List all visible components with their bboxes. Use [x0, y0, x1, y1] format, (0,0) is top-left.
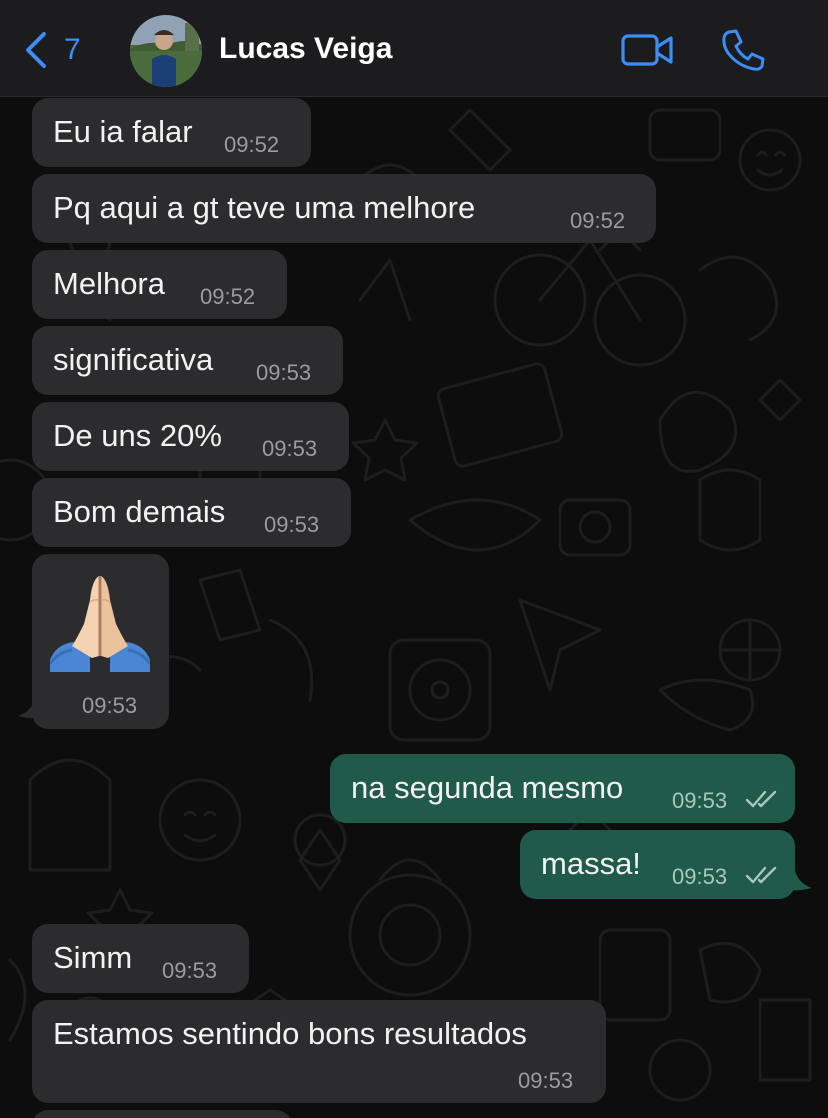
message-bubble-incoming[interactable]: Estamos sentindo bons resultados 09:53 [32, 1000, 606, 1103]
unread-count: 7 [64, 33, 81, 66]
contact-name[interactable]: Lucas Veiga [219, 32, 392, 66]
message-text: Estamos sentindo bons resultados [53, 1016, 527, 1051]
message-time: 09:53 [672, 788, 728, 813]
read-receipt-icon [745, 866, 777, 884]
read-receipt-icon [745, 790, 777, 808]
message-bubble-incoming[interactable]: De uns 20% 09:53 [32, 402, 349, 471]
contact-avatar[interactable] [130, 15, 202, 87]
avatar-photo [130, 15, 202, 87]
message-bubble-incoming[interactable]: 09:53 [32, 554, 169, 729]
message-time: 09:53 [518, 1068, 574, 1093]
message-text: Bom demais [53, 494, 226, 529]
message-time: 09:53 [162, 958, 218, 983]
message-time: 09:53 [256, 360, 312, 385]
message-bubble-outgoing[interactable]: na segunda mesmo 09:53 [330, 754, 795, 823]
back-button[interactable]: 7 [22, 30, 81, 70]
message-time: 09:52 [570, 208, 626, 233]
message-bubble-incoming[interactable]: Pq aqui a gt teve uma melhore 09:52 [32, 174, 656, 243]
message-bubble-incoming[interactable]: significativa 09:53 [32, 326, 343, 395]
message-time: 09:52 [200, 284, 256, 309]
message-bubble-incoming[interactable]: Simm 09:53 [32, 924, 249, 993]
voice-call-button[interactable] [720, 28, 766, 77]
message-bubble-incoming[interactable]: Eu ia falar 09:52 [32, 98, 311, 167]
chat-screen: 7 Lucas Veiga Eu ia falar 09:52 Pq aqui … [0, 0, 828, 1118]
message-time: 09:53 [264, 512, 320, 537]
message-text: massa! [541, 846, 641, 881]
message-text: significativa [53, 342, 214, 377]
video-call-button[interactable] [620, 30, 676, 75]
video-camera-icon [621, 34, 673, 66]
message-text: Eu ia falar [53, 114, 193, 149]
message-text: De uns 20% [53, 418, 222, 453]
message-bubble-incoming[interactable]: Melhora 09:52 [32, 250, 287, 319]
message-bubble-outgoing[interactable]: massa! 09:53 [520, 830, 795, 899]
message-text: Simm [53, 940, 133, 975]
message-text: na segunda mesmo [351, 770, 624, 805]
message-bubble-incoming-partial[interactable] [32, 1110, 292, 1118]
chevron-left-icon [26, 32, 46, 68]
phone-icon [722, 29, 765, 71]
message-time: 09:53 [262, 436, 318, 461]
praying-hands-emoji [50, 576, 150, 672]
message-text: Melhora [53, 266, 165, 301]
message-time: 09:52 [224, 132, 280, 157]
message-time: 09:53 [82, 693, 138, 718]
chat-header: 7 Lucas Veiga [0, 0, 828, 97]
message-bubble-incoming[interactable]: Bom demais 09:53 [32, 478, 351, 547]
message-time: 09:53 [672, 864, 728, 889]
message-text: Pq aqui a gt teve uma melhore [53, 190, 476, 225]
